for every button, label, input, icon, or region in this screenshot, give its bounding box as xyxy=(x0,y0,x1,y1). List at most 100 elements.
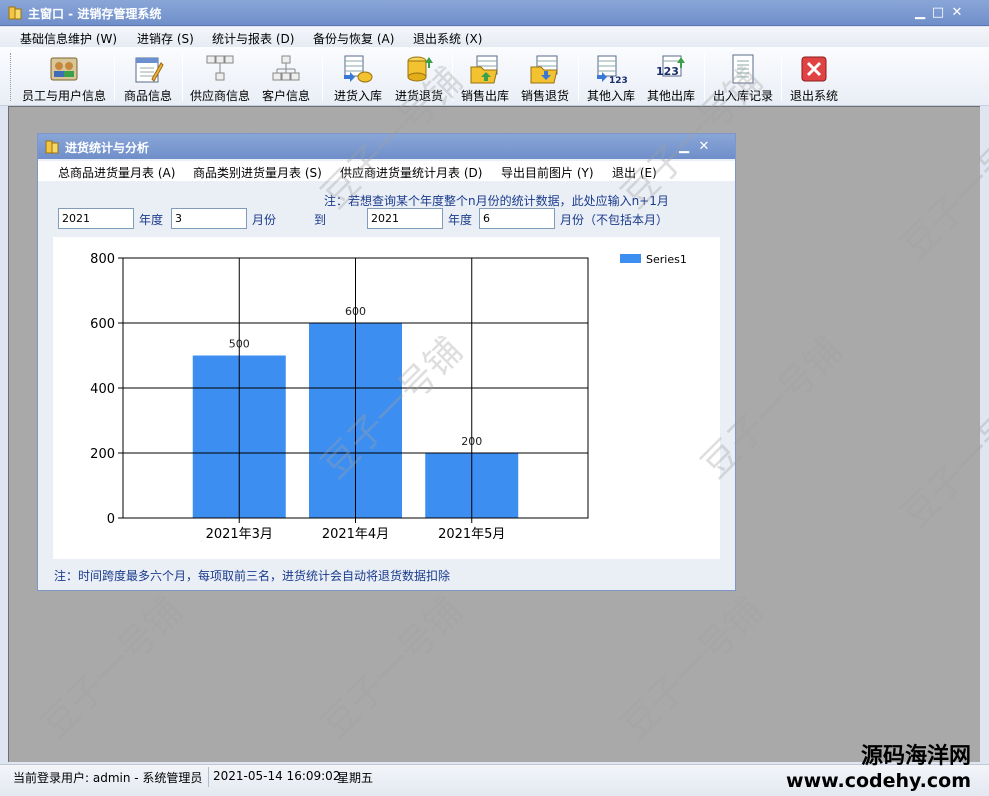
child-title-bar[interactable]: 进货统计与分析 ▁ ✕ xyxy=(38,134,735,159)
main-title-bar: 主窗口 - 进销存管理系统 ▁ □ ✕ xyxy=(0,0,989,26)
toolbar-label: 客户信息 xyxy=(261,89,310,103)
span-limit-note: 注：时间跨度最多六个月，每项取前三名，进货统计会自动将退货数据扣除 xyxy=(54,569,451,583)
toolbar-employee-button[interactable]: 员工与用户信息 xyxy=(18,51,110,103)
toolbar-label: 供应商信息 xyxy=(189,89,250,103)
customer-hierarchy-icon xyxy=(272,55,300,81)
sales-out-icon xyxy=(470,55,498,84)
y-tick-label: 800 xyxy=(90,252,115,267)
menu-stock[interactable]: 进销存 (S) xyxy=(137,30,194,47)
toolbar-sales-out-button[interactable]: 销售出库 xyxy=(457,51,513,103)
employee-icon xyxy=(50,57,78,81)
to-month-input[interactable] xyxy=(479,208,555,229)
toolbar-separator xyxy=(452,53,453,101)
sales-return-icon xyxy=(530,55,558,84)
app-icon xyxy=(8,6,22,20)
from-year-input[interactable] xyxy=(58,208,134,229)
purchase-in-icon xyxy=(344,55,373,83)
toolbar-label: 退出系统 xyxy=(789,89,838,103)
maximize-button[interactable]: □ xyxy=(930,5,946,21)
child-minimize-button[interactable]: ▁ xyxy=(676,139,692,155)
window-title: 主窗口 - 进销存管理系统 xyxy=(28,7,162,21)
toolbar-label: 销售出库 xyxy=(460,89,509,103)
svg-text:123: 123 xyxy=(609,76,627,85)
toolbar-separator xyxy=(322,53,323,101)
status-datetime: 2021-05-14 16:09:02 xyxy=(213,769,341,783)
product-edit-icon xyxy=(135,57,164,83)
purchase-bar-chart: 500 600 200 0 200 400 600 800 2021年3月 2021年4月 2021… xyxy=(53,237,720,559)
site-brand: 源码海洋网 www.codehy.com xyxy=(786,738,971,792)
chart-svg: 50060020002004006008002021年3月 2021年4月 2021… xyxy=(90,252,687,542)
toolbar-label: 进货入库 xyxy=(333,89,382,103)
toolbar-records-button[interactable]: 出入库记录 xyxy=(709,51,777,103)
toolbar-purchase-in-button[interactable]: 进货入库 xyxy=(329,51,387,103)
toolbar-label: 出入库记录 xyxy=(712,89,773,103)
toolbar-label: 商品信息 xyxy=(123,89,172,103)
x-tick-label: 2021年5月 xyxy=(438,527,505,542)
menu-total-product-monthly[interactable]: 总商品进货量月表 (A) xyxy=(58,164,175,181)
to-month-label: 月份（不包括本月） xyxy=(560,213,669,227)
x-tick-label: 2021年3月 xyxy=(206,527,273,542)
legend-swatch xyxy=(620,254,641,263)
from-month-label: 月份 xyxy=(252,213,277,227)
menu-basic-info[interactable]: 基础信息维护 (W) xyxy=(20,30,117,47)
menu-category-monthly[interactable]: 商品类别进货量月表 (S) xyxy=(193,164,322,181)
menu-statistics[interactable]: 统计与报表 (D) xyxy=(212,30,294,47)
toolbar: 员工与用户信息 商品信息 供应商信息 客户信息 进货入库 进货退货 销售出库 销… xyxy=(0,47,989,106)
query-hint: 注：若想查询某个年度整个n月份的统计数据，此处应输入n+1月 xyxy=(324,194,669,208)
to-year-label: 年度 xyxy=(448,213,473,227)
menu-child-exit[interactable]: 退出 (E) xyxy=(612,164,657,181)
toolbar-label: 进货退货 xyxy=(394,89,443,103)
to-label: 到 xyxy=(314,213,327,227)
toolbar-exit-button[interactable]: 退出系统 xyxy=(786,51,842,103)
exit-close-icon xyxy=(801,56,827,82)
site-brand-url: www.codehy.com xyxy=(786,770,971,792)
records-document-icon xyxy=(732,54,754,84)
supplier-network-icon xyxy=(206,55,234,81)
minimize-button[interactable]: ▁ xyxy=(912,5,928,21)
x-tick-label: 2021年4月 xyxy=(322,527,389,542)
toolbar-separator xyxy=(182,53,183,101)
y-tick-label: 600 xyxy=(90,317,115,332)
toolbar-sales-return-button[interactable]: 销售退货 xyxy=(517,51,573,103)
child-window-title: 进货统计与分析 xyxy=(65,141,150,155)
child-app-icon xyxy=(45,140,59,154)
menu-supplier-monthly[interactable]: 供应商进货量统计月表 (D) xyxy=(340,164,482,181)
svg-text:123: 123 xyxy=(656,65,679,78)
status-current-user: 当前登录用户: admin - 系统管理员 xyxy=(13,771,203,785)
toolbar-purchase-return-button[interactable]: 进货退货 xyxy=(390,51,448,103)
child-close-button[interactable]: ✕ xyxy=(696,139,712,155)
toolbar-label: 其他出库 xyxy=(646,89,695,103)
y-tick-label: 0 xyxy=(107,512,115,527)
toolbar-product-button[interactable]: 商品信息 xyxy=(120,51,176,103)
close-button[interactable]: ✕ xyxy=(949,5,965,21)
purchase-stats-window: 进货统计与分析 ▁ ✕ 总商品进货量月表 (A) 商品类别进货量月表 (S) 供… xyxy=(37,133,736,591)
toolbar-supplier-button[interactable]: 供应商信息 xyxy=(188,51,252,103)
toolbar-customer-button[interactable]: 客户信息 xyxy=(258,51,314,103)
from-month-input[interactable] xyxy=(171,208,247,229)
y-tick-label: 200 xyxy=(90,447,115,462)
toolbar-label: 销售退货 xyxy=(520,89,569,103)
toolbar-separator xyxy=(114,53,115,101)
legend-label: Series1 xyxy=(646,253,687,266)
toolbar-other-in-button[interactable]: 123 其他入库 xyxy=(583,51,639,103)
child-menu-bar: 总商品进货量月表 (A) 商品类别进货量月表 (S) 供应商进货量统计月表 (D… xyxy=(38,161,735,181)
toolbar-label: 员工与用户信息 xyxy=(21,89,106,103)
menu-exit[interactable]: 退出系统 (X) xyxy=(413,30,482,47)
to-year-input[interactable] xyxy=(367,208,443,229)
y-tick-label: 400 xyxy=(90,382,115,397)
other-in-icon: 123 xyxy=(597,55,627,85)
other-out-icon: 123 xyxy=(656,55,685,78)
menu-backup[interactable]: 备份与恢复 (A) xyxy=(313,30,394,47)
purchase-return-icon xyxy=(407,56,433,82)
status-weekday: 星期五 xyxy=(337,771,374,785)
toolbar-separator xyxy=(704,53,705,101)
from-year-label: 年度 xyxy=(139,213,164,227)
menu-export-image[interactable]: 导出目前图片 (Y) xyxy=(501,164,594,181)
toolbar-separator xyxy=(578,53,579,101)
menu-bar: 基础信息维护 (W) 进销存 (S) 统计与报表 (D) 备份与恢复 (A) 退… xyxy=(0,27,989,47)
site-brand-name: 源码海洋网 xyxy=(860,744,971,769)
toolbar-separator xyxy=(781,53,782,101)
toolbar-other-out-button[interactable]: 123 其他出库 xyxy=(643,51,699,103)
toolbar-grip[interactable] xyxy=(10,53,13,101)
toolbar-label: 其他入库 xyxy=(586,89,635,103)
